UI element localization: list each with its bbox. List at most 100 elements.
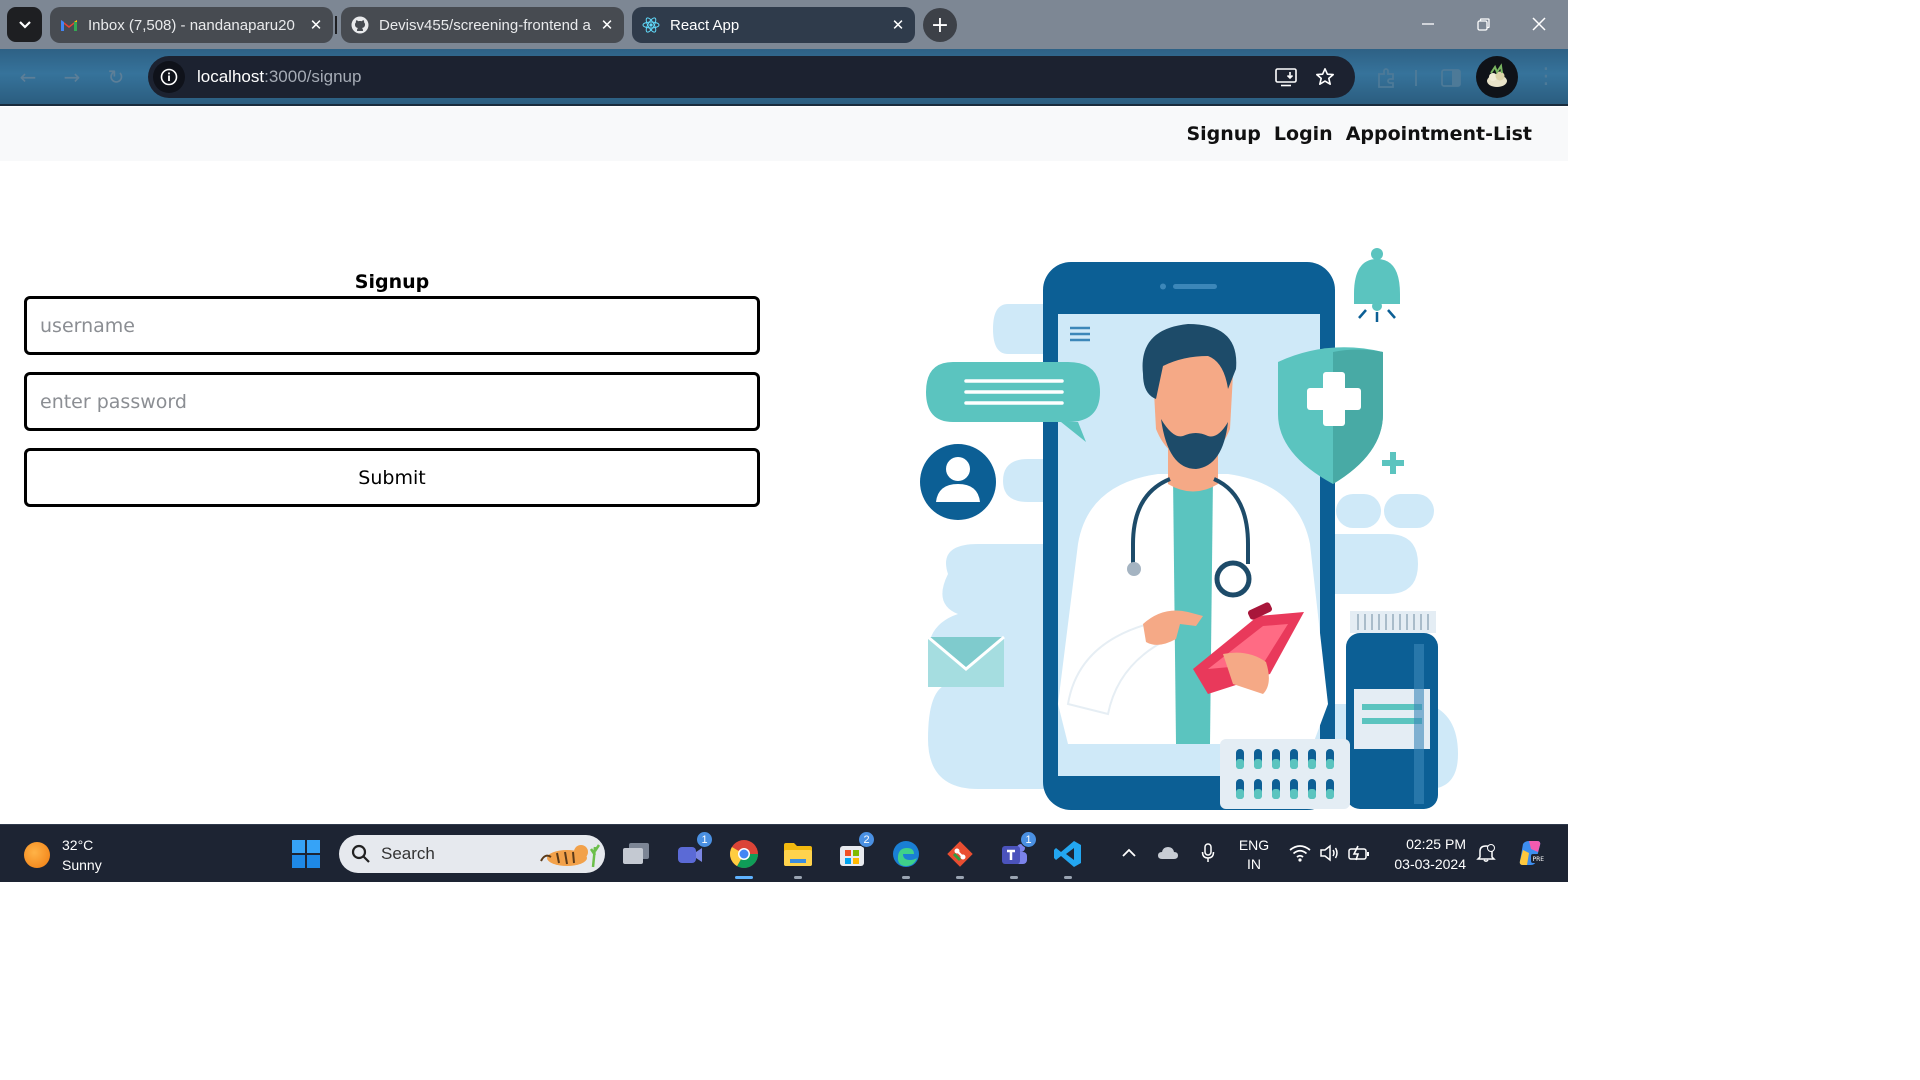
bottle-label-line bbox=[1362, 704, 1422, 710]
install-icon bbox=[1275, 68, 1297, 87]
chevron-down-icon bbox=[18, 20, 31, 29]
close-tab-icon[interactable]: ✕ bbox=[885, 12, 911, 38]
browser-menu-button[interactable]: ⋮ bbox=[1535, 62, 1557, 92]
puzzle-icon bbox=[1378, 68, 1394, 88]
bottle-shine bbox=[1414, 644, 1424, 804]
taskbar-app-file-explorer[interactable] bbox=[781, 837, 815, 871]
network-button[interactable] bbox=[1289, 842, 1311, 864]
password-input[interactable] bbox=[24, 372, 760, 431]
bell-icon bbox=[1354, 259, 1400, 304]
copilot-icon: PRE bbox=[1519, 841, 1545, 865]
clock-time: 02:25 PM bbox=[1406, 836, 1466, 852]
microphone-button[interactable] bbox=[1197, 842, 1219, 864]
nav-link-login[interactable]: Login bbox=[1274, 123, 1333, 145]
site-info-button[interactable] bbox=[153, 61, 185, 93]
taskbar-search[interactable]: Search bbox=[339, 835, 605, 873]
weather-widget[interactable]: 32°C Sunny bbox=[24, 835, 102, 875]
notification-bell-icon bbox=[1476, 844, 1496, 862]
tab-title: Devisv455/screening-frontend a bbox=[379, 16, 591, 34]
phone-speaker bbox=[1173, 284, 1217, 289]
browser-tab-strip: Inbox (7,508) - nandanaparu20 ✕ Devisv45… bbox=[0, 0, 1568, 49]
install-app-button[interactable] bbox=[1274, 65, 1298, 89]
tab-github[interactable]: Devisv455/screening-frontend a ✕ bbox=[341, 7, 624, 43]
react-icon bbox=[642, 17, 660, 33]
copilot-button[interactable]: PRE bbox=[1516, 841, 1546, 865]
windows-taskbar: 32°C Sunny Search 1 2 1 ENG IN 02:25 PM … bbox=[0, 824, 1568, 882]
extensions-button[interactable] bbox=[1375, 66, 1401, 90]
bookmark-button[interactable] bbox=[1313, 65, 1337, 89]
background-blob bbox=[1336, 494, 1381, 528]
background-blob bbox=[1384, 494, 1434, 528]
user-avatar-head bbox=[946, 457, 970, 481]
bell-clapper bbox=[1372, 301, 1382, 311]
weather-temperature: 32°C bbox=[62, 837, 94, 853]
close-window-button[interactable] bbox=[1519, 6, 1559, 42]
browser-toolbar: ← → ↻ localhost:3000/signup bbox=[0, 49, 1568, 106]
volume-button[interactable] bbox=[1318, 842, 1340, 864]
edge-icon bbox=[893, 841, 919, 867]
bottle-label-line bbox=[1362, 718, 1422, 724]
cloud-icon bbox=[1158, 847, 1178, 859]
tab-gmail[interactable]: Inbox (7,508) - nandanaparu20 ✕ bbox=[50, 7, 333, 43]
search-label: Search bbox=[381, 844, 435, 863]
reload-button[interactable]: ↻ bbox=[102, 63, 130, 91]
taskbar-app-chrome[interactable] bbox=[727, 837, 761, 871]
svg-text:PRE: PRE bbox=[1533, 856, 1545, 863]
info-icon bbox=[160, 68, 178, 86]
notifications-button[interactable] bbox=[1475, 842, 1497, 864]
new-tab-button[interactable]: + bbox=[923, 8, 957, 42]
notification-badge: 1 bbox=[1020, 831, 1037, 848]
onedrive-button[interactable] bbox=[1157, 842, 1179, 864]
profile-avatar[interactable] bbox=[1476, 56, 1518, 98]
close-tab-icon[interactable]: ✕ bbox=[594, 12, 620, 38]
system-clock[interactable]: 02:25 PM 03-03-2024 bbox=[1384, 834, 1466, 874]
microphone-icon bbox=[1201, 843, 1215, 862]
forward-button[interactable]: → bbox=[58, 63, 86, 91]
address-bar[interactable]: localhost:3000/signup bbox=[148, 56, 1355, 98]
folder-icon bbox=[784, 843, 812, 866]
url-text: localhost:3000/signup bbox=[197, 67, 361, 87]
taskbar-app-meet[interactable]: 1 bbox=[673, 831, 713, 871]
taskbar-app-edge[interactable] bbox=[889, 837, 923, 871]
nav-link-appointment-list[interactable]: Appointment-List bbox=[1346, 123, 1532, 145]
task-view-button[interactable] bbox=[619, 837, 653, 871]
start-button[interactable] bbox=[289, 837, 323, 871]
windows-logo-icon bbox=[292, 840, 320, 868]
tiger-decoration-icon bbox=[540, 844, 601, 868]
nav-link-signup[interactable]: Signup bbox=[1186, 123, 1260, 145]
language-code: ENG bbox=[1238, 837, 1270, 853]
close-tab-icon[interactable]: ✕ bbox=[303, 12, 329, 38]
username-input[interactable] bbox=[24, 296, 760, 355]
tab-search-button[interactable] bbox=[7, 7, 42, 42]
plus-icon bbox=[1382, 452, 1404, 474]
url-path: :3000/signup bbox=[264, 67, 362, 86]
divider-icon bbox=[1415, 70, 1417, 86]
taskbar-app-vscode[interactable] bbox=[1051, 837, 1085, 871]
vscode-icon bbox=[1054, 841, 1081, 867]
taskbar-app-teams[interactable]: 1 bbox=[997, 831, 1037, 871]
input-language-indicator[interactable]: ENG IN bbox=[1236, 836, 1272, 874]
battery-button[interactable] bbox=[1348, 842, 1370, 864]
taskbar-app-git[interactable] bbox=[943, 837, 977, 871]
star-icon bbox=[1316, 68, 1334, 85]
taskbar-app-store[interactable]: 2 bbox=[835, 831, 875, 871]
reload-icon: ↻ bbox=[107, 65, 125, 89]
doctor-scrubs bbox=[1173, 476, 1213, 744]
toolbar-divider bbox=[1414, 66, 1422, 90]
app-navbar: Signup Login Appointment-List bbox=[0, 107, 1568, 161]
search-icon bbox=[351, 844, 370, 863]
running-indicator bbox=[1010, 876, 1018, 879]
weather-text: 32°C Sunny bbox=[62, 835, 102, 875]
running-indicator bbox=[956, 876, 964, 879]
battery-charging-icon bbox=[1348, 845, 1369, 861]
side-panel-button[interactable] bbox=[1439, 66, 1465, 90]
submit-button[interactable]: Submit bbox=[24, 448, 760, 507]
tab-react-app[interactable]: React App ✕ bbox=[632, 7, 915, 43]
minimize-button[interactable] bbox=[1408, 6, 1448, 42]
restore-button[interactable] bbox=[1463, 6, 1503, 42]
background-blob bbox=[928, 684, 1058, 789]
close-icon bbox=[1532, 17, 1546, 31]
back-button[interactable]: ← bbox=[14, 63, 42, 91]
show-hidden-icons-button[interactable] bbox=[1118, 842, 1140, 864]
region-code: IN bbox=[1247, 856, 1261, 872]
